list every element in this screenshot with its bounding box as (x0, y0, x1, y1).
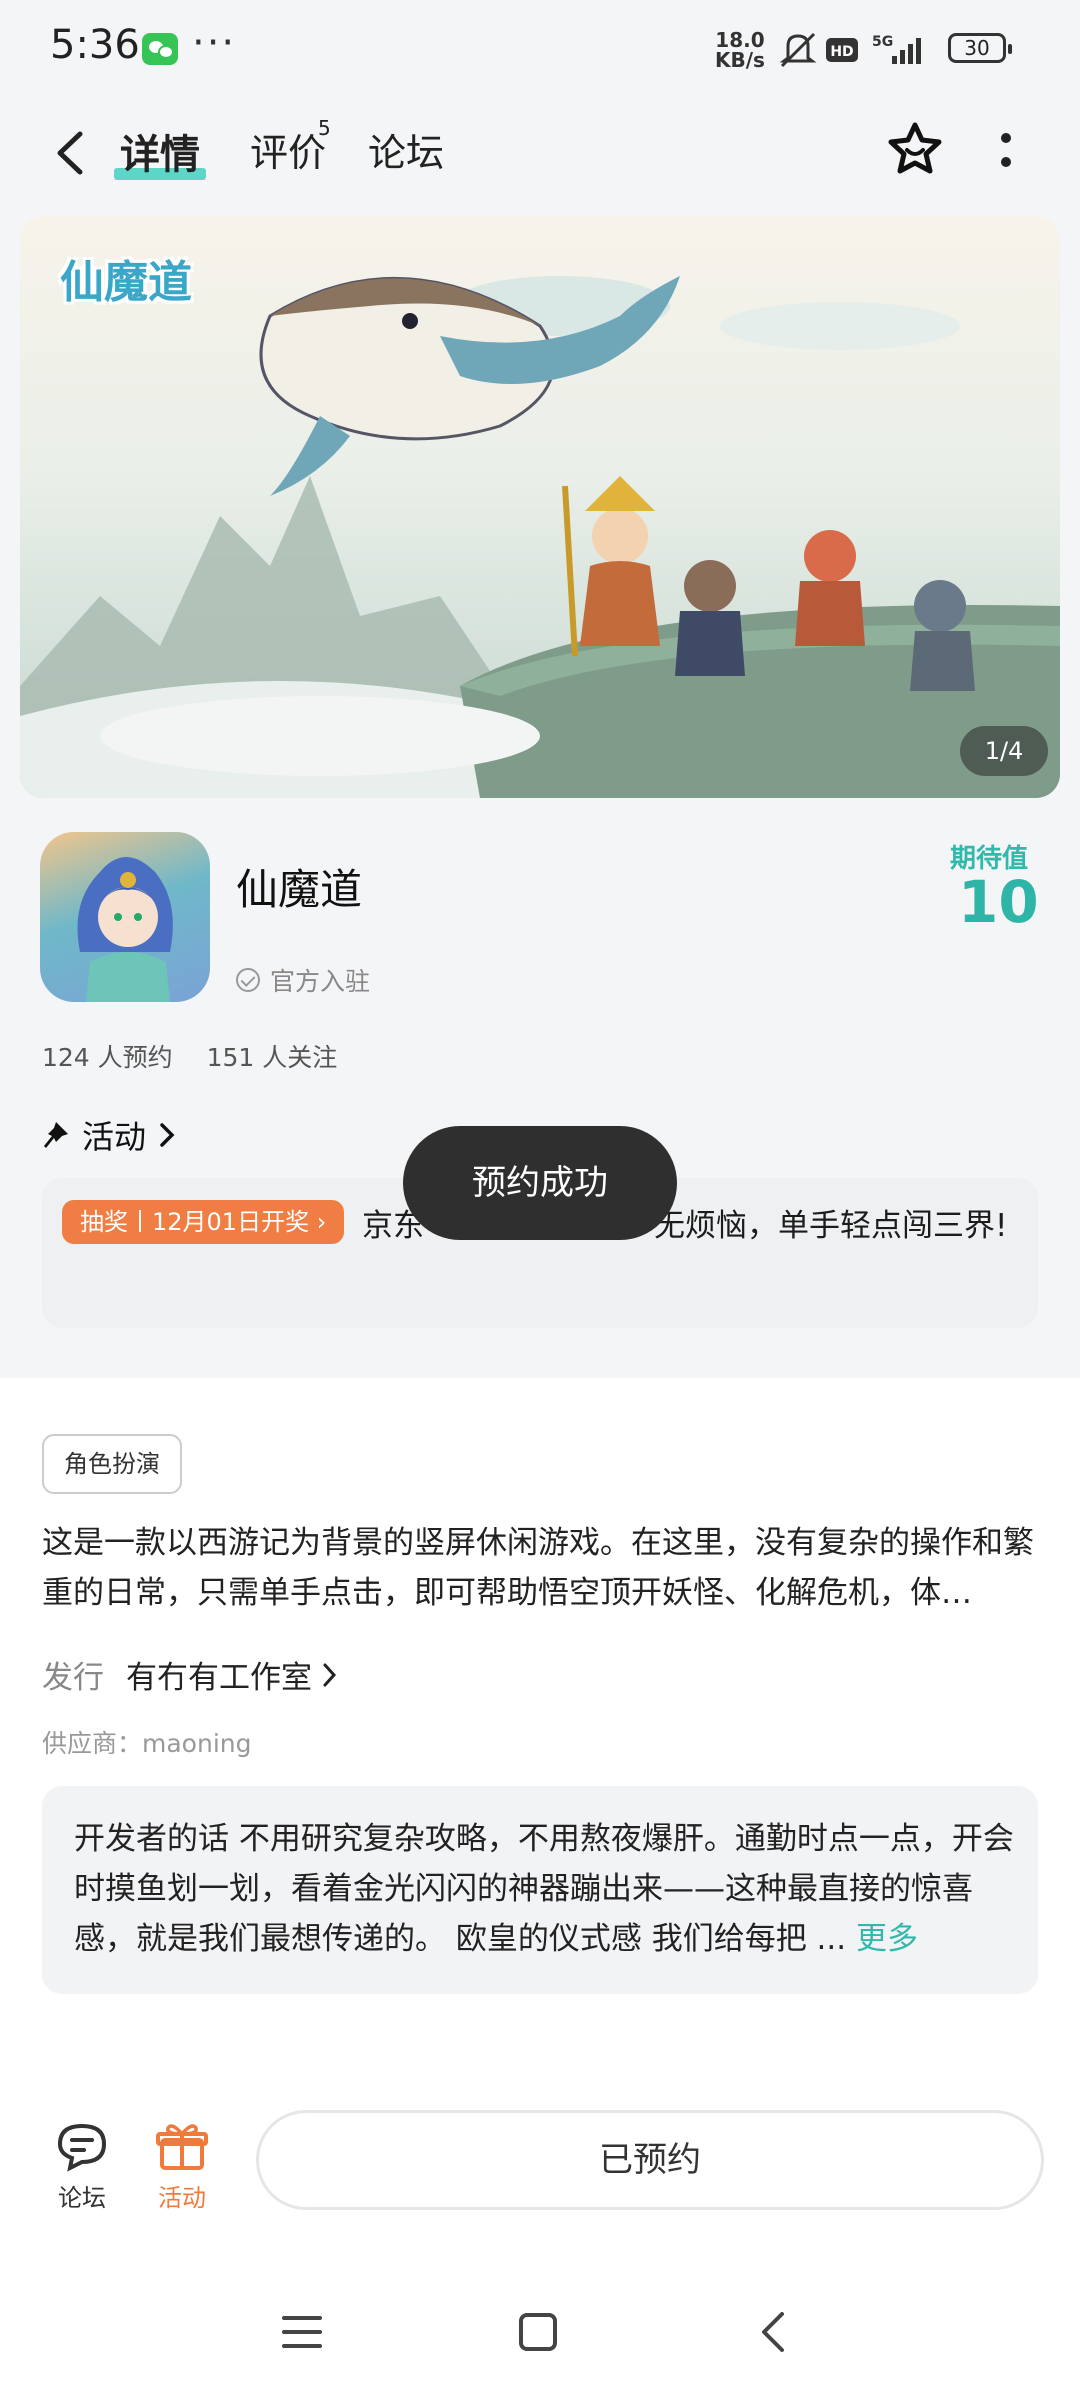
game-stats: 124 人预约 151 人关注 (42, 1038, 363, 1074)
official-label: 官方入驻 (270, 967, 371, 996)
toast-reservation-success: 预约成功 (403, 1126, 677, 1240)
hd-icon: HD (826, 38, 858, 62)
back-nav-icon[interactable] (752, 2310, 796, 2354)
genre-tag[interactable]: 角色扮演 (42, 1434, 182, 1494)
net-speed-value: 18.0 (715, 28, 765, 52)
check-circle-icon (236, 968, 260, 992)
mute-icon (780, 32, 817, 68)
bottom-forum-button[interactable]: 论坛 (42, 2120, 122, 2213)
svg-text:5G: 5G (872, 34, 893, 50)
activity-header[interactable]: 活动 (42, 1112, 176, 1158)
status-time: 5:36 (50, 22, 140, 68)
supplier-info: 供应商：maoning (42, 1729, 252, 1758)
publisher-label: 发行 (42, 1660, 104, 1696)
bottom-activity-label: 活动 (158, 2184, 206, 2212)
banner-page-counter: 1/4 (960, 726, 1048, 776)
game-title: 仙魔道 (236, 865, 363, 914)
bottom-activity-button[interactable]: 活动 (142, 2120, 222, 2213)
tab-details[interactable]: 详情 (120, 122, 200, 180)
tab-forum[interactable]: 论坛 (368, 122, 444, 177)
reservation-count: 124 人预约 (42, 1043, 173, 1072)
battery-icon: 30 (948, 33, 1012, 63)
developer-note: 开发者的话 不用研究复杂攻略，不用熬夜爆肝。通勤时点一点，开会时摸鱼划一划，看着… (74, 1814, 1014, 1964)
chevron-right-icon (323, 1663, 337, 1686)
tab-reviews[interactable]: 评价 (250, 122, 326, 177)
follower-count: 151 人关注 (206, 1043, 338, 1072)
gift-icon (156, 2124, 208, 2170)
official-badge: 官方入驻 (236, 962, 370, 998)
developer-note-card[interactable]: 开发者的话 不用研究复杂攻略，不用熬夜爆肝。通勤时点一点，开会时摸鱼划一划，看着… (42, 1786, 1038, 1994)
app-icon-artwork (77, 857, 173, 1002)
wechat-icon (142, 33, 178, 65)
reviews-count: 5 (318, 116, 331, 140)
bottom-forum-label: 论坛 (58, 2184, 106, 2212)
chevron-right-icon (160, 1123, 175, 1147)
status-icons: HD 5G (780, 32, 921, 68)
reserved-button[interactable]: 已预约 (256, 2110, 1044, 2210)
lottery-badge[interactable]: 抽奖丨12月01日开奖 › (62, 1200, 345, 1244)
favorite-star-icon[interactable] (886, 120, 944, 178)
game-description[interactable]: 这是一款以西游记为背景的竖屏休闲游戏。在这里，没有复杂的操作和繁重的日常，只需单… (42, 1518, 1042, 1618)
home-nav-icon[interactable] (516, 2310, 560, 2354)
signal-5g-icon: 5G (872, 34, 921, 64)
net-speed: 18.0 KB/s (715, 30, 765, 70)
pin-icon (44, 1122, 68, 1148)
more-dots-icon: ··· (192, 20, 237, 66)
svg-text:HD: HD (830, 44, 853, 60)
publisher-row[interactable]: 发行 有冇有工作室 (42, 1652, 338, 1697)
game-app-icon (40, 832, 210, 1002)
more-link[interactable]: 更多 (856, 1921, 918, 1957)
net-speed-unit: KB/s (715, 48, 765, 72)
banner-logo: 仙魔道 (60, 257, 192, 308)
expectation-value: 10 (958, 868, 1039, 936)
more-menu-icon[interactable] (998, 128, 1014, 172)
back-arrow-icon[interactable] (52, 128, 92, 178)
lottery-badge-label: 抽奖丨12月01日开奖 (80, 1208, 310, 1236)
game-banner[interactable]: 仙魔道 1/4 (20, 216, 1060, 798)
menu-nav-icon[interactable] (280, 2310, 324, 2354)
activity-title: 活动 (82, 1118, 147, 1156)
publisher-name: 有冇有工作室 (126, 1660, 312, 1696)
forum-chat-icon (57, 2123, 107, 2172)
activity-text-end: 无烦恼，单手轻点闯三界! (654, 1208, 1008, 1244)
